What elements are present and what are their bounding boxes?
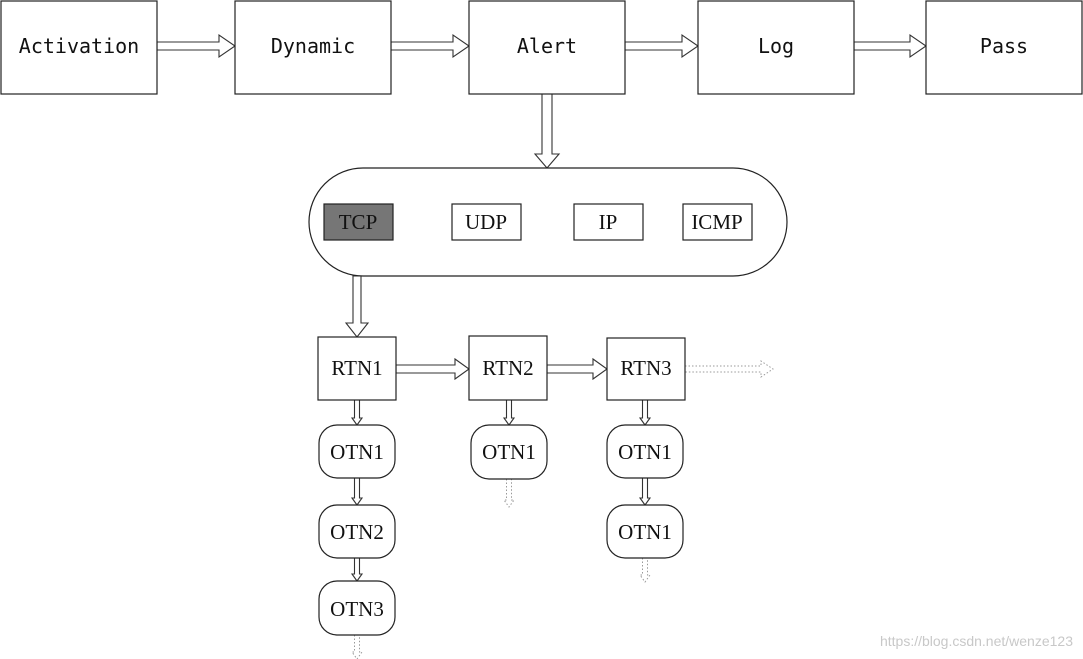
flow-arrow [350,477,364,506]
flow-arrow [350,399,364,426]
continuation-arrow [351,634,363,659]
protocol-label: ICMP [691,210,742,234]
otn-label: OTN1 [330,440,384,464]
protocol-label: TCP [339,210,378,234]
flow-arrow [546,357,608,381]
protocol-label: IP [599,210,618,234]
continuation-arrow [684,360,774,378]
pipeline-label: Alert [517,34,577,58]
pipeline-label: Log [758,34,794,58]
rule-tree-diagram: Activation Dynamic Alert Log Pass TCP UD… [0,0,1083,659]
continuation-arrow [639,557,651,583]
watermark: https://blog.csdn.net/wenze123 [879,633,1073,649]
otn-nodes: OTN1 OTN2 OTN3 OTN1 OTN1 OTN1 [318,424,684,636]
pipeline-label: Activation [19,34,139,58]
rtn-label: RTN3 [620,356,671,380]
flow-arrow [638,399,652,426]
flow-arrow [853,33,927,59]
pipeline-label: Pass [980,34,1028,58]
otn-label: OTN1 [482,440,536,464]
flow-arrow [502,399,516,426]
flow-arrow [638,477,652,506]
flow-arrow [395,357,470,381]
flow-arrow [390,33,470,59]
flow-arrow [156,33,236,59]
otn-label: OTN1 [618,520,672,544]
rtn-label: RTN2 [482,356,533,380]
protocol-group: TCP UDP IP ICMP [308,167,788,277]
flow-arrow [344,275,370,338]
otn-label: OTN3 [330,597,384,621]
pipeline-label: Dynamic [271,34,355,58]
continuation-arrow [503,478,515,508]
otn-label: OTN1 [618,440,672,464]
flow-arrow [533,93,561,169]
rtn-label: RTN1 [331,356,382,380]
rtn-row: RTN1 RTN2 RTN3 [317,335,686,401]
protocol-label: UDP [465,210,507,234]
flow-arrow [624,33,699,59]
flow-arrow [350,557,364,582]
otn-label: OTN2 [330,520,384,544]
